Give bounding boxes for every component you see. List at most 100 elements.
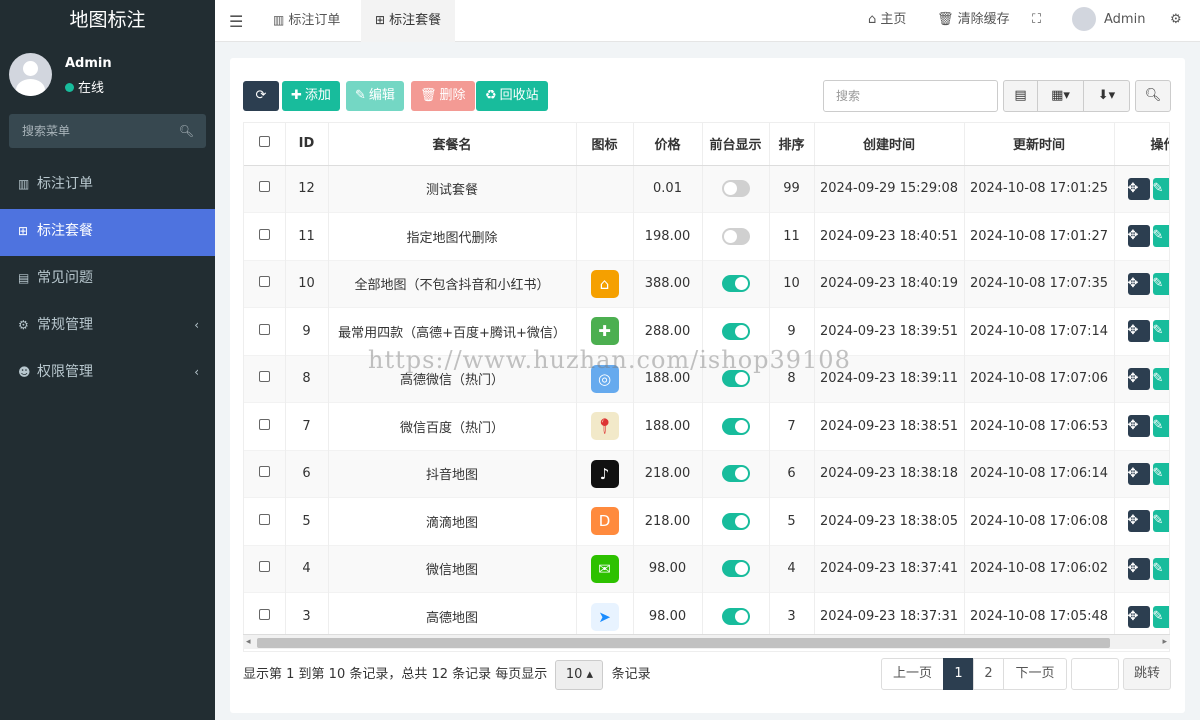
- row-edit-button[interactable]: ✎: [1152, 177, 1169, 200]
- scroll-right-icon[interactable]: ▸: [1162, 635, 1167, 650]
- drag-button[interactable]: ✥: [1127, 225, 1150, 248]
- show-toggle[interactable]: [721, 465, 750, 483]
- sidebar-item-orders[interactable]: ▥ 标注订单: [0, 162, 215, 209]
- row-checkbox[interactable]: [258, 418, 270, 430]
- menu-search-input[interactable]: 搜索菜单 🔍︎: [9, 114, 206, 148]
- show-toggle[interactable]: [721, 608, 750, 625]
- settings-icon[interactable]: ⚙: [1170, 0, 1182, 42]
- row-checkbox[interactable]: [258, 466, 270, 478]
- page-button-2[interactable]: 2: [973, 658, 1004, 690]
- drag-button[interactable]: ✥: [1127, 510, 1150, 533]
- fullscreen-icon[interactable]: ⛶: [1032, 0, 1041, 42]
- show-toggle[interactable]: [721, 417, 750, 435]
- horizontal-scrollbar[interactable]: ◂ ▸: [243, 634, 1170, 649]
- show-toggle[interactable]: [721, 227, 750, 245]
- row-checkbox[interactable]: [258, 371, 270, 383]
- prev-page-button[interactable]: 上一页: [881, 658, 944, 690]
- table-row[interactable]: 4 微信地图 ✉ 98.00 4 2024-09-23 18:37:41 2024-10-0…: [244, 544, 1169, 593]
- sidebar-item-auth[interactable]: ☻ 权限管理 ‹: [0, 350, 215, 397]
- row-edit-button[interactable]: ✎: [1152, 605, 1169, 628]
- grid-icon: ▦▾: [1051, 88, 1070, 103]
- show-toggle[interactable]: [721, 322, 750, 340]
- user-menu[interactable]: Admin: [1072, 0, 1145, 42]
- sidebar-item-general[interactable]: ⚙ 常规管理 ‹: [0, 303, 215, 350]
- drag-button[interactable]: ✥: [1127, 367, 1150, 390]
- toggle-view-button[interactable]: ▤: [1003, 80, 1038, 112]
- app-logo[interactable]: 地图标注: [0, 0, 215, 40]
- row-checkbox[interactable]: [258, 181, 270, 193]
- home-link[interactable]: ⌂ 主页: [868, 0, 906, 42]
- drag-button[interactable]: ✥: [1127, 462, 1150, 485]
- table-row[interactable]: 12 测试套餐 0.01 99 2024-09-29 15:29:08 2024-10-0…: [244, 164, 1169, 213]
- drag-button[interactable]: ✥: [1127, 415, 1150, 438]
- refresh-button[interactable]: ⟳: [243, 81, 279, 111]
- table-row[interactable]: 5 滴滴地图 D 218.00 5 2024-09-23 18:38:05 2024-10-…: [244, 497, 1169, 545]
- table-search-input[interactable]: 搜索: [823, 80, 998, 112]
- columns-button[interactable]: ▦▾: [1037, 80, 1084, 112]
- tab-orders[interactable]: ▥ 标注订单: [259, 0, 354, 42]
- row-edit-button[interactable]: ✎: [1152, 510, 1169, 533]
- column-header[interactable]: 图标: [576, 123, 634, 166]
- row-checkbox[interactable]: [258, 609, 270, 620]
- show-toggle[interactable]: [721, 370, 750, 388]
- column-header[interactable]: 操作: [1114, 123, 1169, 166]
- row-edit-button[interactable]: ✎: [1152, 415, 1169, 438]
- table-row[interactable]: 9 最常用四款（高德+百度+腾讯+微信） ✚ 288.00 9 2024-09-23 18…: [244, 307, 1169, 355]
- drag-button[interactable]: ✥: [1127, 177, 1150, 200]
- row-edit-button[interactable]: ✎: [1152, 225, 1169, 248]
- icon-cell: [576, 212, 634, 260]
- table-row[interactable]: 11 指定地图代删除 198.00 11 2024-09-23 18:40:51 2024…: [244, 212, 1169, 260]
- show-toggle[interactable]: [721, 275, 750, 293]
- jump-button[interactable]: 跳转: [1123, 658, 1171, 690]
- drag-button[interactable]: ✥: [1127, 605, 1150, 628]
- sidebar-item-faq[interactable]: ▤ 常见问题: [0, 256, 215, 303]
- add-button[interactable]: ✚ 添加: [282, 81, 340, 111]
- select-all-checkbox[interactable]: [258, 136, 270, 148]
- row-checkbox[interactable]: [258, 561, 270, 573]
- row-edit-button[interactable]: ✎: [1152, 272, 1169, 295]
- drag-button[interactable]: ✥: [1127, 320, 1150, 343]
- next-page-button[interactable]: 下一页: [1003, 658, 1067, 690]
- column-header[interactable]: 价格: [633, 123, 703, 166]
- row-checkbox[interactable]: [258, 323, 270, 335]
- page-size-select[interactable]: 10 ▴: [555, 659, 604, 690]
- column-header[interactable]: 前台显示: [702, 123, 770, 166]
- clear-cache-link[interactable]: 🗑︎ 清除缓存: [937, 0, 1010, 42]
- column-header[interactable]: 排序: [769, 123, 815, 166]
- drag-button[interactable]: ✥: [1127, 272, 1150, 295]
- scrollbar-thumb[interactable]: [257, 638, 1110, 648]
- table-row[interactable]: 3 高德地图 ➤ 98.00 3 2024-09-23 18:37:31 2024-10-0…: [244, 592, 1169, 640]
- tab-packages[interactable]: ⊞ 标注套餐: [361, 0, 456, 42]
- sidebar-item-packages[interactable]: ⊞ 标注套餐: [0, 209, 215, 256]
- recycle-bin-button[interactable]: ♻ 回收站: [476, 81, 548, 111]
- data-table: ID 套餐名 图标 价格 前台显示 排序 创建时间 更新时间 操作 12测试套餐…: [244, 123, 1169, 640]
- table-row[interactable]: 6 抖音地图 ♪ 218.00 6 2024-09-23 18:38:18 2024-10-…: [244, 449, 1169, 498]
- drag-button[interactable]: ✥: [1127, 557, 1150, 580]
- delete-button[interactable]: 🗑︎ 删除: [411, 81, 475, 111]
- row-checkbox[interactable]: [258, 228, 270, 240]
- table-row[interactable]: 10 全部地图（不包含抖音和小红书） ⌂ 388.00 10 2024-09-23 18:…: [244, 259, 1169, 308]
- row-edit-button[interactable]: ✎: [1152, 367, 1169, 390]
- column-header[interactable]: 创建时间: [814, 123, 965, 166]
- row-checkbox[interactable]: [258, 276, 270, 288]
- column-header[interactable]: 更新时间: [964, 123, 1115, 166]
- page-button-1[interactable]: 1: [943, 658, 974, 690]
- column-header[interactable]: ID: [285, 123, 329, 166]
- show-toggle[interactable]: [721, 560, 750, 578]
- jump-page-input[interactable]: [1071, 658, 1119, 690]
- edit-button[interactable]: ✎ 编辑: [346, 81, 404, 111]
- row-edit-button[interactable]: ✎: [1152, 462, 1169, 485]
- row-edit-button[interactable]: ✎: [1152, 320, 1169, 343]
- export-button[interactable]: ⬇▾: [1083, 80, 1130, 112]
- row-checkbox[interactable]: [258, 513, 270, 525]
- show-toggle[interactable]: [721, 512, 750, 530]
- column-header[interactable]: 套餐名: [328, 123, 577, 166]
- scroll-left-icon[interactable]: ◂: [246, 635, 251, 650]
- search-button[interactable]: 🔍︎: [1135, 80, 1171, 112]
- menu-toggle-icon[interactable]: ☰: [229, 12, 243, 31]
- show-toggle[interactable]: [721, 180, 750, 198]
- row-edit-button[interactable]: ✎: [1152, 557, 1169, 580]
- table-row[interactable]: 8 高德微信（热门） ◎ 188.00 8 2024-09-23 18:39:11 2024…: [244, 354, 1169, 403]
- search-icon[interactable]: 🔍︎: [179, 114, 194, 148]
- table-row[interactable]: 7 微信百度（热门） 📍︎ 188.00 7 2024-09-23 18:38:51 202…: [244, 402, 1169, 450]
